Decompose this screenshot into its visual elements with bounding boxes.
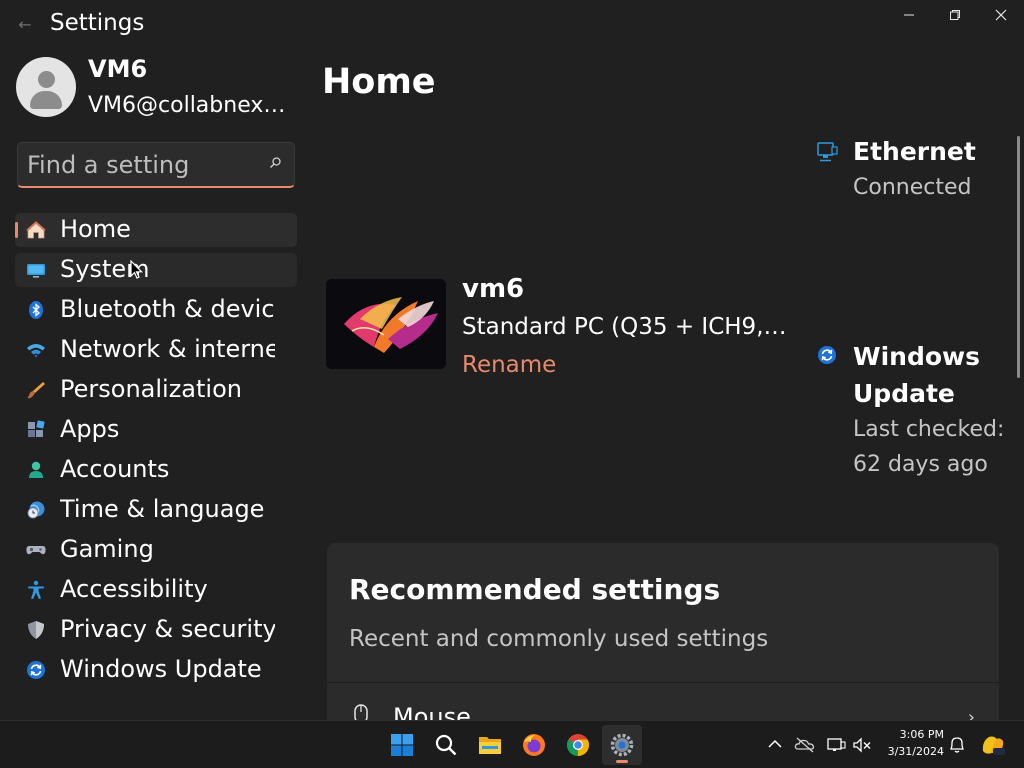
copilot-pre-icon[interactable]	[980, 733, 1006, 757]
start-button[interactable]	[382, 725, 422, 765]
windows-update-title[interactable]: Windows Update	[853, 338, 1013, 412]
user-name: VM6	[88, 55, 148, 83]
selection-indicator	[15, 222, 18, 238]
recommended-item-label: Mouse	[393, 703, 471, 720]
network-status-icon[interactable]	[826, 733, 848, 757]
device-wallpaper-thumbnail	[326, 279, 446, 369]
mouse-icon	[354, 704, 368, 720]
restore-icon	[950, 10, 960, 20]
ethernet-status: Connected	[853, 175, 972, 200]
recommended-title: Recommended settings	[349, 573, 721, 606]
settings-button[interactable]	[602, 725, 642, 765]
chrome-button[interactable]	[558, 725, 598, 765]
file-explorer-button[interactable]	[470, 725, 510, 765]
recommended-item-mouse[interactable]: Mouse ›	[327, 683, 999, 720]
file-explorer-icon	[479, 737, 501, 754]
restore-button[interactable]	[932, 6, 978, 28]
settings-icon	[610, 733, 634, 757]
sidebar-item-time-language[interactable]: Time & language	[15, 493, 297, 527]
sidebar-item-label: Privacy & security	[60, 615, 275, 643]
sidebar-item-label: Windows Update	[60, 655, 262, 683]
chevron-right-icon: ›	[967, 707, 975, 720]
windows-update-icon	[27, 661, 45, 679]
minimize-button[interactable]	[886, 6, 932, 28]
onedrive-icon[interactable]	[794, 733, 816, 757]
mouse-cursor-icon	[130, 260, 143, 279]
clock-time[interactable]: 3:06 PM	[880, 728, 944, 741]
active-app-indicator	[616, 760, 628, 763]
accessibility-icon	[28, 580, 44, 599]
app-title: Settings	[50, 10, 145, 36]
firefox-button[interactable]	[514, 725, 554, 765]
device-name: vm6	[462, 274, 525, 304]
sidebar-item-label: Home	[60, 215, 131, 243]
ethernet-icon	[817, 142, 838, 162]
avatar[interactable]	[16, 57, 76, 117]
start-icon	[391, 734, 413, 756]
windows-update-status: Last checked: 62 days ago	[853, 417, 1005, 477]
recommended-subtitle: Recent and commonly used settings	[349, 626, 769, 652]
apps-icon	[28, 420, 45, 437]
time-language-icon	[27, 501, 45, 519]
user-email: VM6@collabnexus.onmicrosoft.com	[88, 93, 288, 118]
bluetooth-icon	[29, 301, 43, 319]
windows-update-icon	[818, 346, 836, 364]
sidebar-item-apps[interactable]: Apps	[15, 413, 297, 447]
back-arrow-icon: ←	[18, 15, 32, 34]
wallpaper-image	[326, 279, 446, 369]
page-title: Home	[322, 62, 436, 102]
sidebar-item-label: Network & internet	[60, 335, 275, 363]
device-model: Standard PC (Q35 + ICH9, 2009)	[462, 314, 792, 340]
privacy-icon	[28, 621, 44, 639]
personalization-icon	[27, 382, 45, 399]
sidebar-item-label: Apps	[60, 415, 120, 443]
sidebar-item-personalization[interactable]: Personalization	[15, 373, 297, 407]
ethernet-title[interactable]: Ethernet	[853, 137, 976, 166]
gaming-icon	[26, 546, 46, 555]
sidebar-item-accessibility[interactable]: Accessibility	[15, 573, 297, 607]
network-icon	[27, 344, 45, 358]
sidebar-item-windows-update[interactable]: Windows Update	[15, 653, 297, 687]
rename-link[interactable]: Rename	[462, 352, 556, 378]
sidebar-item-label: Personalization	[60, 375, 242, 403]
sidebar-item-label: Accessibility	[60, 575, 208, 603]
scrollbar[interactable]	[1017, 136, 1020, 378]
back-button[interactable]: ←	[14, 14, 36, 36]
sidebar-item-label: Bluetooth & devices	[60, 295, 275, 323]
sidebar-item-label: System	[60, 255, 150, 283]
taskbar: 3:06 PM 3/31/2024	[0, 720, 1024, 768]
chevron-up-icon[interactable]	[764, 733, 786, 757]
sidebar-item-gaming[interactable]: Gaming	[15, 533, 297, 567]
home-icon	[26, 221, 46, 239]
search-box[interactable]	[17, 142, 295, 188]
sidebar-item-accounts[interactable]: Accounts	[15, 453, 297, 487]
sidebar-nav: Home System Bluetooth & devices Network …	[15, 213, 297, 693]
taskbar-search-button[interactable]	[426, 725, 466, 765]
recommended-settings-card: Recommended settings Recent and commonly…	[327, 543, 999, 720]
accounts-icon	[29, 461, 43, 478]
firefox-icon	[523, 734, 545, 756]
search-icon	[435, 734, 457, 756]
sidebar-item-bluetooth[interactable]: Bluetooth & devices	[15, 293, 297, 327]
system-icon	[27, 264, 45, 278]
sidebar-item-privacy[interactable]: Privacy & security	[15, 613, 297, 647]
sidebar-item-network[interactable]: Network & internet	[15, 333, 297, 367]
search-icon[interactable]	[268, 156, 282, 170]
sidebar-item-label: Time & language	[60, 495, 265, 523]
clock-date[interactable]: 3/31/2024	[880, 745, 944, 758]
volume-muted-icon[interactable]	[852, 733, 874, 757]
sidebar-item-label: Gaming	[60, 535, 154, 563]
sidebar-item-system[interactable]: System	[15, 253, 297, 287]
sidebar-item-home[interactable]: Home	[15, 213, 297, 247]
chrome-icon	[567, 734, 589, 756]
minimize-icon	[904, 14, 914, 16]
sidebar-item-label: Accounts	[60, 455, 170, 483]
search-input[interactable]	[27, 150, 257, 180]
notification-bell-icon[interactable]	[946, 733, 968, 757]
close-button[interactable]	[978, 6, 1024, 28]
close-icon	[995, 9, 1007, 21]
